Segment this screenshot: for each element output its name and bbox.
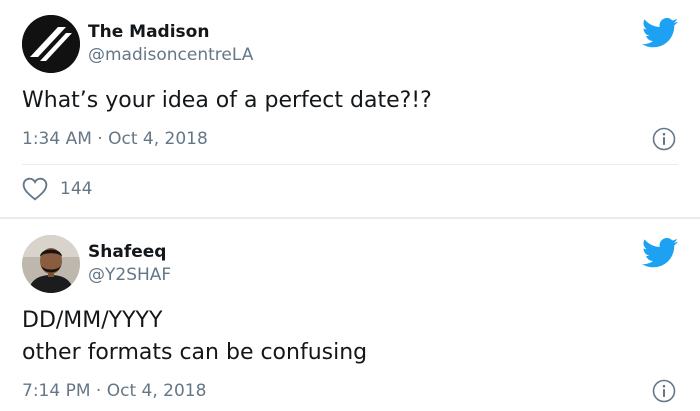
info-icon[interactable] [652, 379, 676, 403]
tweet-card[interactable]: Shafeeq @Y2SHAF DD/MM/YYYY other formats… [0, 219, 700, 411]
tweet-date: Oct 4, 2018 [108, 129, 208, 149]
tweet-text: DD/MM/YYYY other formats can be confusin… [22, 305, 367, 369]
twitter-bird-icon[interactable] [642, 18, 678, 48]
tweet-text-line: What’s your idea of a perfect date?!? [22, 88, 432, 113]
divider [22, 164, 678, 165]
meta-separator: · [90, 381, 107, 401]
user-photo-icon [22, 235, 80, 293]
tweet-timestamp[interactable]: 7:14 PM · Oct 4, 2018 [22, 381, 206, 401]
twitter-bird-icon[interactable] [642, 238, 678, 268]
tweet-card[interactable]: The Madison @madisoncentreLA What’s your… [0, 0, 700, 219]
display-name[interactable]: Shafeeq [88, 242, 166, 262]
tweet-time: 1:34 AM [22, 129, 92, 149]
handle[interactable]: @Y2SHAF [88, 265, 171, 285]
tweet-text: What’s your idea of a perfect date?!? [22, 85, 432, 117]
info-icon[interactable] [652, 127, 676, 151]
handle[interactable]: @madisoncentreLA [88, 45, 253, 65]
like-count: 144 [60, 179, 93, 199]
heart-icon[interactable] [22, 177, 48, 201]
madison-logo-icon [22, 15, 80, 73]
tweet-date: Oct 4, 2018 [106, 381, 207, 401]
like-action[interactable]: 144 [22, 176, 92, 202]
meta-separator: · [91, 129, 109, 149]
tweet-text-line: other formats can be confusing [22, 340, 368, 365]
avatar[interactable] [22, 15, 80, 73]
display-name[interactable]: The Madison [88, 22, 209, 42]
tweet-text-line: DD/MM/YYYY [22, 308, 163, 333]
tweet-timestamp[interactable]: 1:34 AM · Oct 4, 2018 [22, 129, 208, 149]
avatar[interactable] [22, 235, 80, 293]
tweet-time: 7:14 PM [22, 381, 91, 401]
